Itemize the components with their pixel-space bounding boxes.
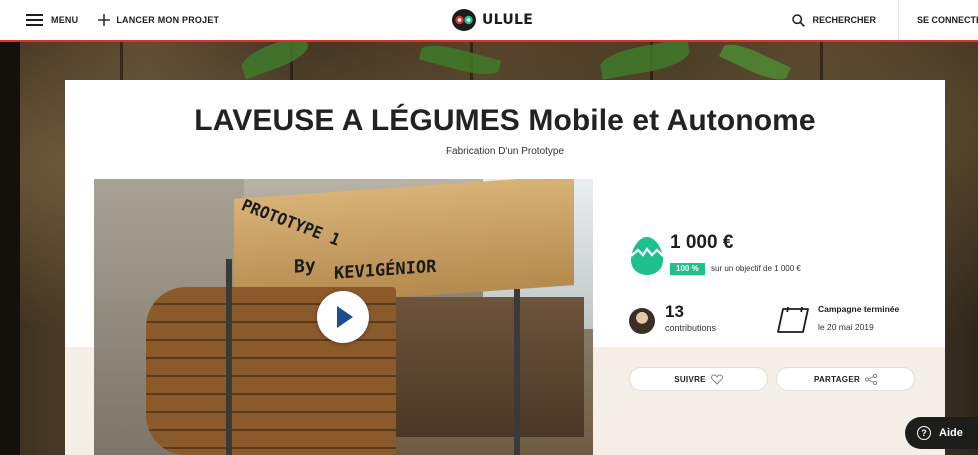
vegetable-leaf — [418, 42, 502, 81]
share-icon — [865, 373, 878, 385]
follow-label: SUIVRE — [674, 374, 706, 384]
video-machine-frame — [394, 297, 584, 437]
search-button[interactable]: RECHERCHER — [792, 13, 876, 27]
contributions-count: 13 — [665, 302, 684, 321]
video-text-prototype: PROTOTYPE 1 — [238, 195, 344, 250]
contributions-label: contributions — [665, 323, 717, 333]
project-video[interactable]: PROTOTYPE 1 By KEV1GÉNIOR — [94, 179, 593, 455]
owl-logo-icon — [452, 9, 476, 31]
vegetable-leaf — [598, 42, 692, 80]
hamburger-icon — [26, 14, 43, 26]
video-play-button[interactable] — [317, 291, 369, 343]
launch-project-button[interactable]: LANCER MON PROJET — [98, 14, 219, 26]
project-title: LAVEUSE A LÉGUMES Mobile et Autonome — [194, 104, 816, 137]
egg-icon — [630, 237, 664, 275]
menu-button[interactable]: MENU — [26, 14, 78, 26]
project-subtitle: Fabrication D'un Prototype — [445, 146, 565, 157]
funding-percent-badge: 100 % — [670, 263, 705, 275]
ulule-logo[interactable]: ULULE — [452, 8, 533, 32]
project-card: LAVEUSE A LÉGUMES Mobile et Autonome Fab… — [65, 80, 945, 455]
campaign-status: Campagne terminée — [818, 304, 900, 314]
menu-label: MENU — [51, 15, 79, 25]
calendar-icon — [777, 306, 809, 333]
plus-icon — [98, 14, 111, 26]
follow-button[interactable]: SUIVRE — [629, 367, 768, 391]
avatar — [629, 308, 655, 334]
background-shadow — [0, 42, 20, 455]
logo-text: ULULE — [482, 12, 534, 28]
amount-raised: 1 000 € — [670, 232, 734, 253]
help-icon: ? — [917, 426, 931, 440]
share-label: PARTAGER — [813, 374, 861, 384]
funding-goal-text: sur un objectif de 1 000 € — [711, 264, 801, 273]
heart-icon — [710, 373, 723, 385]
top-navigation-bar: MENU LANCER MON PROJET ULULE RECHERCHER — [0, 0, 978, 42]
login-button[interactable]: SE CONNECTER — [898, 0, 978, 40]
help-button[interactable]: ? Aide — [905, 417, 978, 449]
share-button[interactable]: PARTAGER — [776, 367, 915, 391]
vegetable-leaf — [238, 42, 312, 80]
video-text-by: By — [294, 255, 316, 278]
video-machine-leg — [514, 289, 520, 455]
nav-right-group: RECHERCHER SE CONNECTER — [792, 0, 978, 40]
launch-project-label: LANCER MON PROJET — [116, 15, 220, 25]
search-icon — [792, 13, 806, 27]
video-text-author: KEV1GÉNIOR — [334, 256, 437, 284]
nav-left-group: MENU LANCER MON PROJET — [26, 0, 219, 40]
search-label: RECHERCHER — [812, 15, 876, 25]
campaign-end-date: le 20 mai 2019 — [818, 322, 874, 332]
help-label: Aide — [939, 427, 963, 439]
play-icon — [337, 306, 353, 328]
video-machine-leg — [226, 259, 232, 455]
